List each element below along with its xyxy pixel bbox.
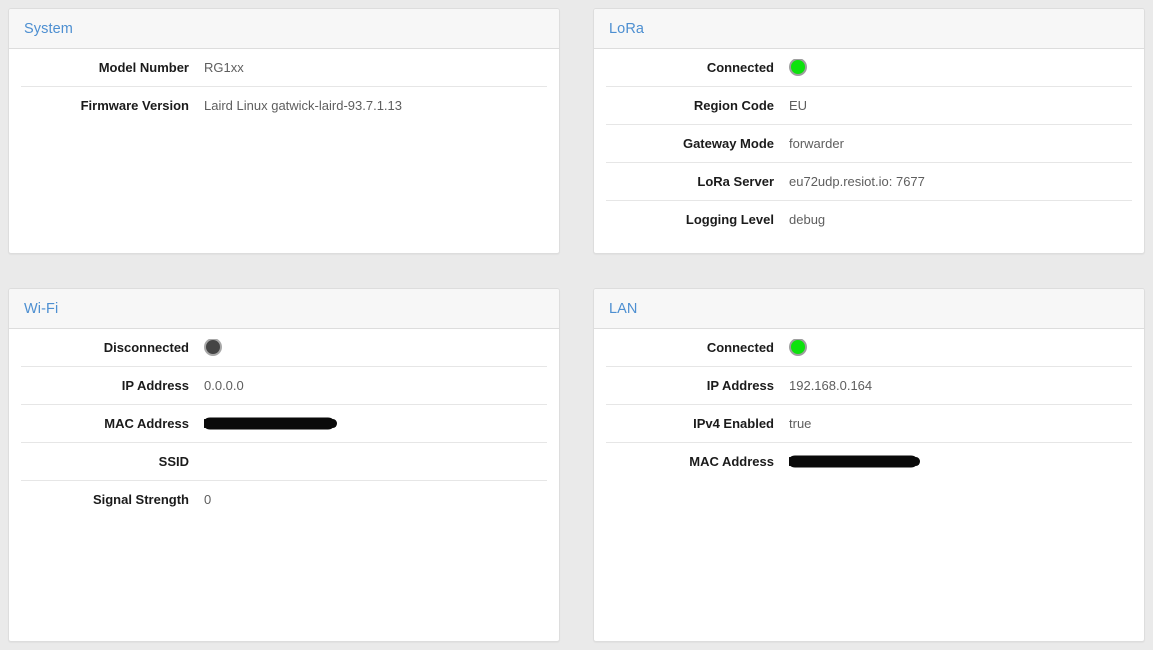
- status-indicator: [204, 339, 547, 357]
- panel-body-lora: ConnectedRegion CodeEUGateway Modeforwar…: [594, 49, 1144, 253]
- status-dot-connected-icon: [789, 59, 807, 76]
- row-label: MAC Address: [606, 454, 789, 469]
- row-value: RG1xx: [204, 60, 547, 75]
- panel-title-lan: LAN: [609, 301, 638, 317]
- row-value: true: [789, 416, 1132, 431]
- row-lora-0: Connected: [606, 49, 1132, 86]
- row-lora-4: Logging Leveldebug: [606, 200, 1132, 238]
- row-label: Model Number: [21, 60, 204, 75]
- row-value: 0: [204, 492, 547, 507]
- panel-system: SystemModel NumberRG1xxFirmware VersionL…: [8, 8, 560, 254]
- row-lan-3: MAC Address: [606, 442, 1132, 480]
- row-wifi-4: Signal Strength0: [21, 480, 547, 518]
- row-label: LoRa Server: [606, 174, 789, 189]
- row-value: EU: [789, 98, 1132, 113]
- row-label: Connected: [606, 60, 789, 75]
- row-wifi-0: Disconnected: [21, 329, 547, 366]
- row-lan-1: IP Address192.168.0.164: [606, 366, 1132, 404]
- status-indicator: [789, 339, 1132, 357]
- row-label: Disconnected: [21, 340, 204, 355]
- row-label: MAC Address: [21, 416, 204, 431]
- row-label: Region Code: [606, 98, 789, 113]
- panel-wifi: Wi-Fi Disconnected IP Address0.0.0.0 MAC Ad…: [8, 288, 560, 642]
- panel-header-lora: LoRa: [594, 9, 1144, 49]
- panel-lan: LANConnectedIP Address192.168.0.164IPv4 …: [593, 288, 1145, 642]
- row-lan-2: IPv4 Enabledtrue: [606, 404, 1132, 442]
- redacted-value: [789, 454, 1132, 469]
- panel-header-lan: LAN: [594, 289, 1144, 329]
- row-label: IP Address: [21, 378, 204, 393]
- panel-header-system: System: [9, 9, 559, 49]
- status-indicator: [789, 59, 1132, 77]
- row-label: Signal Strength: [21, 492, 204, 507]
- panel-title-lora: LoRa: [609, 21, 644, 37]
- row-wifi-3: SSID: [21, 442, 547, 480]
- panel-body-wifi: Disconnected IP Address0.0.0.0 MAC Address…: [9, 329, 559, 641]
- row-label: Connected: [606, 340, 789, 355]
- row-label: IP Address: [606, 378, 789, 393]
- redacted-value: [204, 416, 547, 431]
- row-system-0: Model NumberRG1xx: [21, 49, 547, 86]
- redaction-mark: [789, 456, 917, 467]
- row-label: Gateway Mode: [606, 136, 789, 151]
- row-wifi-2: MAC Address: [21, 404, 547, 442]
- row-value: [204, 455, 547, 468]
- row-label: Logging Level: [606, 212, 789, 227]
- row-lora-2: Gateway Modeforwarder: [606, 124, 1132, 162]
- panel-body-system: Model NumberRG1xxFirmware VersionLaird L…: [9, 49, 559, 253]
- row-label: SSID: [21, 454, 204, 469]
- panel-title-wifi: Wi-Fi: [24, 301, 58, 317]
- row-label: IPv4 Enabled: [606, 416, 789, 431]
- panel-header-wifi: Wi-Fi: [9, 289, 559, 329]
- row-lan-0: Connected: [606, 329, 1132, 366]
- status-dot-disconnected-icon: [204, 339, 222, 356]
- row-value: forwarder: [789, 136, 1132, 151]
- row-system-1: Firmware VersionLaird Linux gatwick-lair…: [21, 86, 547, 124]
- redaction-mark: [204, 418, 334, 429]
- status-dot-connected-icon: [789, 339, 807, 356]
- row-value: debug: [789, 212, 1132, 227]
- row-label: Firmware Version: [21, 98, 204, 113]
- row-value: 0.0.0.0: [204, 378, 547, 393]
- panel-body-lan: ConnectedIP Address192.168.0.164IPv4 Ena…: [594, 329, 1144, 641]
- row-value: 192.168.0.164: [789, 378, 1132, 393]
- panel-title-system: System: [24, 21, 73, 37]
- row-value: Laird Linux gatwick-laird-93.7.1.13: [204, 98, 547, 113]
- row-wifi-1: IP Address0.0.0.0: [21, 366, 547, 404]
- panel-lora: LoRaConnectedRegion CodeEUGateway Modefo…: [593, 8, 1145, 254]
- status-panel-grid: SystemModel NumberRG1xxFirmware VersionL…: [0, 0, 1153, 650]
- row-lora-3: LoRa Servereu72udp.resiot.io: 7677: [606, 162, 1132, 200]
- row-value: eu72udp.resiot.io: 7677: [789, 174, 1132, 189]
- row-lora-1: Region CodeEU: [606, 86, 1132, 124]
